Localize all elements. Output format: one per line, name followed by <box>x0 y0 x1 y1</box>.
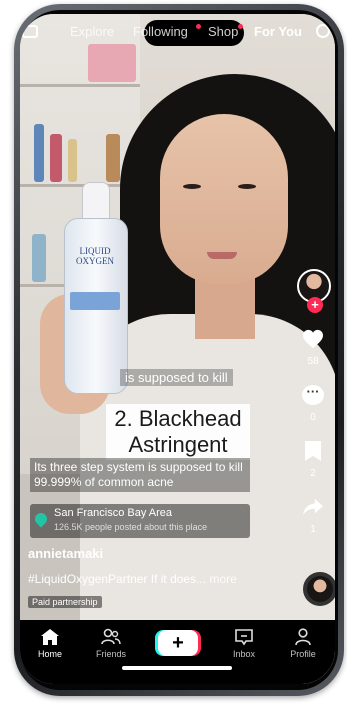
share-button[interactable]: 1 <box>293 497 333 535</box>
follow-button[interactable]: + <box>307 297 323 313</box>
video-caption-big: 2. Blackhead Astringent <box>106 404 250 460</box>
tab-for-you[interactable]: For You <box>254 24 302 39</box>
top-tab-bar: Explore Following Shop For You <box>20 20 335 44</box>
share-count: 1 <box>310 524 316 535</box>
home-icon <box>41 629 59 645</box>
location-subtitle: 126.5K people posted about this place <box>54 522 208 532</box>
bottle-label-stripe <box>70 292 120 310</box>
search-icon[interactable] <box>316 24 330 38</box>
home-indicator <box>122 666 232 670</box>
nav-home-label: Home <box>37 649 62 659</box>
nav-inbox-label: Inbox <box>232 649 256 659</box>
inbox-icon <box>235 629 253 646</box>
shelf-bottle <box>34 124 44 182</box>
comment-count: 0 <box>310 412 316 423</box>
shelf-box <box>88 44 136 82</box>
tab-following[interactable]: Following <box>133 24 188 39</box>
location-tag[interactable]: San Francisco Bay Area 126.5K people pos… <box>30 504 250 538</box>
comment-icon <box>302 384 324 405</box>
shelf-board <box>20 84 140 87</box>
bookmark-icon <box>305 441 321 461</box>
shelf-bottle <box>106 134 120 182</box>
product-bottle: LIQUID OXYGEN <box>64 182 128 394</box>
tab-shop[interactable]: Shop <box>208 24 238 39</box>
post-caption-text: #LiquidOxygenPartner If it does... <box>28 572 207 586</box>
nav-friends-label: Friends <box>95 649 126 659</box>
shop-notification-dot <box>238 24 243 29</box>
nav-home[interactable]: Home <box>22 628 78 659</box>
paid-partnership-badge: Paid partnership <box>28 596 102 608</box>
location-pin-icon <box>32 510 50 528</box>
post-caption[interactable]: #LiquidOxygenPartner If it does... more <box>28 572 298 586</box>
more-link[interactable]: more <box>209 572 236 586</box>
heart-icon <box>303 329 323 349</box>
nav-profile-label: Profile <box>290 649 316 659</box>
comment-button[interactable]: 0 <box>293 384 333 423</box>
nav-profile[interactable]: Profile <box>275 628 331 659</box>
save-count: 2 <box>310 468 316 479</box>
bottle-cap <box>82 182 110 222</box>
shelf-bottle <box>32 234 46 282</box>
video-caption-small: is supposed to kill <box>120 369 233 386</box>
create-button[interactable]: + <box>158 630 198 656</box>
video-description: Its three step system is supposed to kil… <box>30 458 250 492</box>
nav-inbox[interactable]: Inbox <box>216 628 272 659</box>
app-screen: LIQUID OXYGEN Explore Following Shop For… <box>20 14 335 684</box>
shelf-bottle <box>68 139 77 182</box>
live-icon[interactable] <box>22 25 38 38</box>
nav-friends[interactable]: Friends <box>83 628 139 659</box>
person-mouth <box>207 252 237 259</box>
profile-icon <box>295 628 311 646</box>
following-notification-dot <box>196 24 201 29</box>
shelf-bottle <box>50 134 62 182</box>
friends-icon <box>101 628 121 645</box>
location-name: San Francisco Bay Area <box>54 507 173 519</box>
bottom-nav: Home Friends + Inbox Profile <box>20 620 335 684</box>
like-button[interactable]: 58 <box>293 329 333 367</box>
bottle-brand: LIQUID OXYGEN <box>76 246 114 266</box>
person-eye <box>183 184 201 189</box>
save-button[interactable]: 2 <box>293 441 333 479</box>
person-eye <box>238 184 256 189</box>
like-count: 58 <box>307 356 319 367</box>
username[interactable]: annietamaki <box>28 546 103 561</box>
sound-disc-avatar[interactable] <box>303 572 335 606</box>
tab-explore[interactable]: Explore <box>70 24 114 39</box>
share-arrow-icon <box>303 498 323 516</box>
